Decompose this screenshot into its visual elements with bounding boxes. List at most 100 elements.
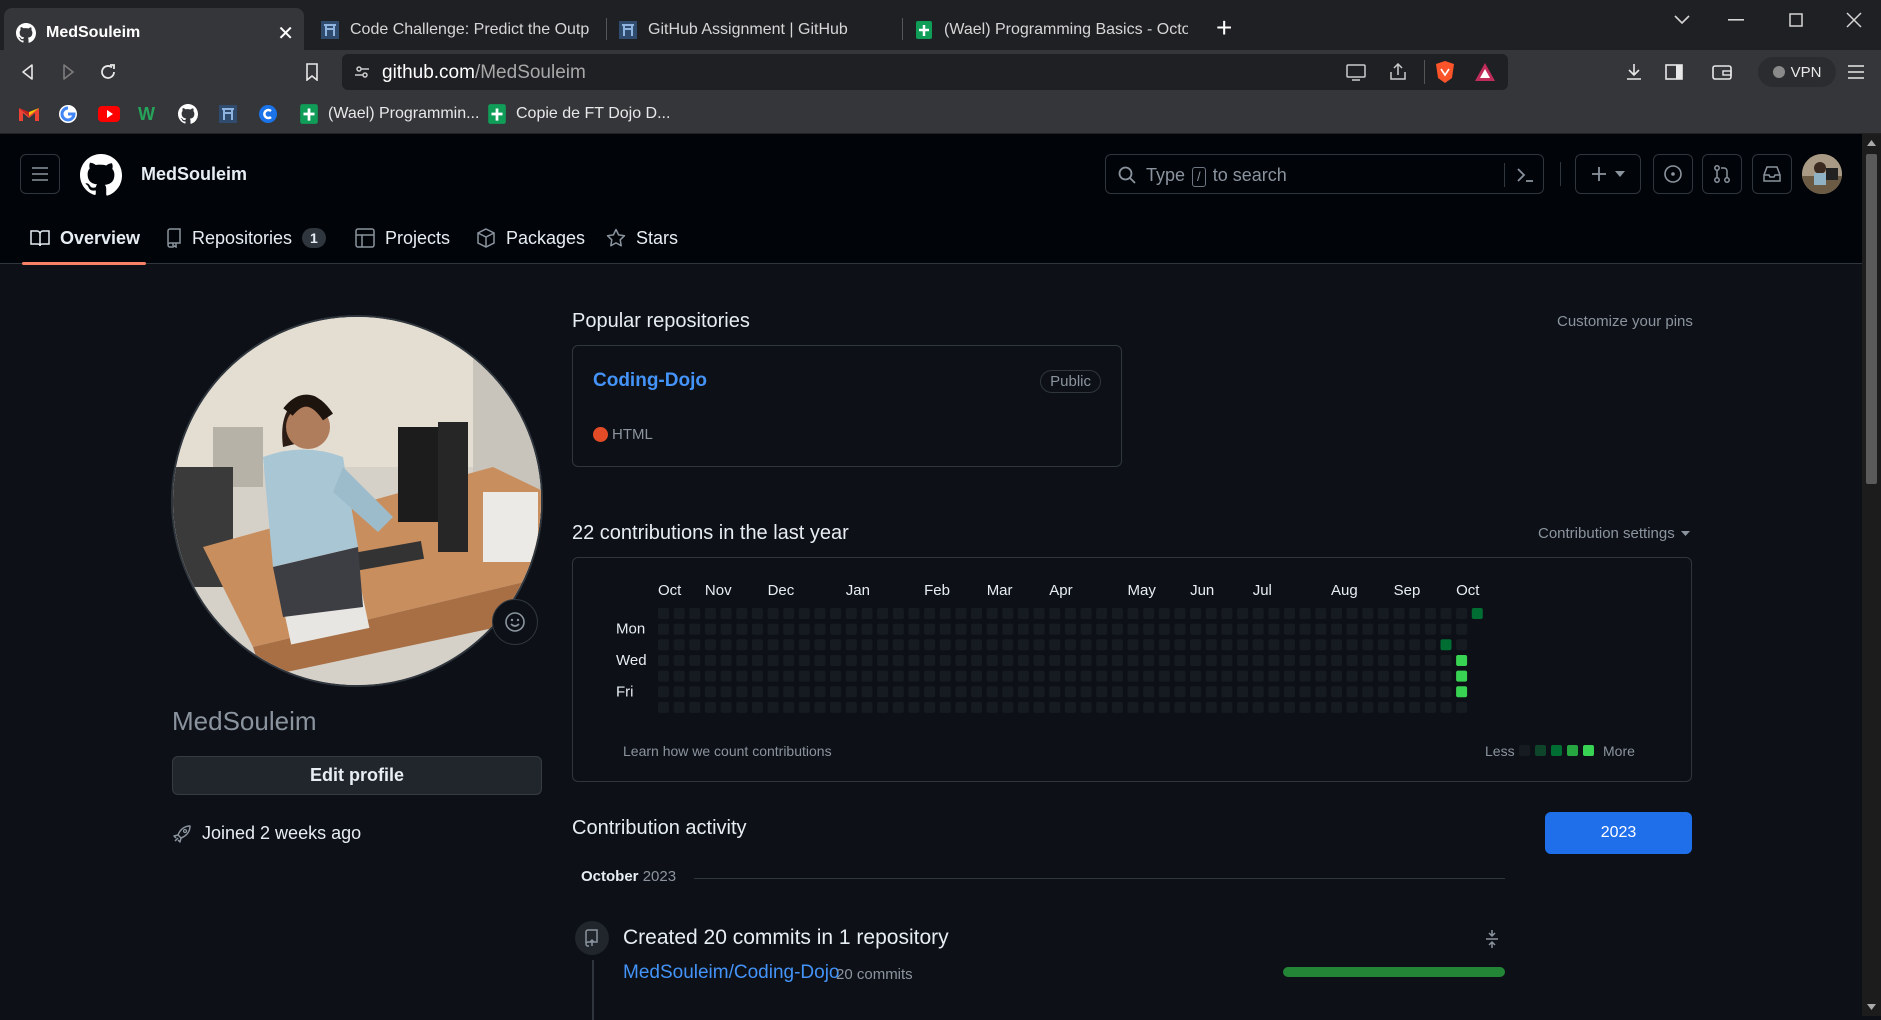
contribution-cell[interactable] <box>861 686 873 698</box>
contribution-cell[interactable] <box>1362 701 1374 713</box>
contribution-cell[interactable] <box>1284 686 1295 698</box>
contribution-cell[interactable] <box>1284 670 1295 682</box>
bookmark-icon[interactable] <box>296 56 328 88</box>
contribution-cell[interactable] <box>1252 623 1264 635</box>
contribution-cell[interactable] <box>767 608 779 619</box>
contribution-cell[interactable] <box>1424 686 1436 698</box>
chevron-down-icon[interactable] <box>1662 6 1702 34</box>
contribution-cell[interactable] <box>1252 655 1264 666</box>
contribution-cell[interactable] <box>1205 639 1217 651</box>
contribution-cell[interactable] <box>1284 608 1295 619</box>
share-icon[interactable] <box>1388 63 1408 81</box>
contribution-cell[interactable] <box>1158 701 1170 713</box>
contribution-cell[interactable] <box>1331 639 1342 651</box>
contribution-cell[interactable] <box>736 608 748 619</box>
contribution-cell[interactable] <box>1346 655 1358 666</box>
scroll-up-icon[interactable] <box>1867 140 1876 146</box>
header-username[interactable]: MedSouleim <box>141 164 247 185</box>
contribution-cell[interactable] <box>1331 670 1342 682</box>
contribution-cell[interactable] <box>955 623 967 635</box>
contribution-cell[interactable] <box>1377 670 1389 682</box>
contribution-cell[interactable] <box>1174 623 1186 635</box>
contribution-cell[interactable] <box>1268 608 1280 619</box>
contribution-cell[interactable] <box>1315 639 1327 651</box>
browser-tab[interactable]: Code Challenge: Predict the Output | L <box>308 10 602 50</box>
contribution-cell[interactable] <box>1205 608 1217 619</box>
contribution-cell[interactable] <box>892 670 904 682</box>
contribution-cell[interactable] <box>658 655 669 666</box>
contribution-cell[interactable] <box>1409 655 1421 666</box>
contribution-cell[interactable] <box>1424 701 1436 713</box>
contribution-cell[interactable] <box>1346 686 1358 698</box>
contribution-cell[interactable] <box>1190 608 1202 619</box>
contribution-cell[interactable] <box>720 623 732 635</box>
contribution-cell[interactable] <box>1127 655 1139 666</box>
contribution-cell[interactable] <box>798 670 810 682</box>
contribution-cell[interactable] <box>1158 623 1170 635</box>
contribution-cell[interactable] <box>830 670 842 682</box>
contribution-cell[interactable] <box>1111 608 1123 619</box>
contribution-cell[interactable] <box>971 623 982 635</box>
contribution-cell[interactable] <box>986 655 998 666</box>
contribution-cell[interactable] <box>908 655 920 666</box>
contribution-cell[interactable] <box>783 623 795 635</box>
contribution-cell[interactable] <box>1190 639 1202 651</box>
contribution-cell[interactable] <box>892 639 904 651</box>
contribution-cell[interactable] <box>1221 608 1233 619</box>
contribution-cell[interactable] <box>1127 608 1139 619</box>
contribution-cell[interactable] <box>1424 655 1436 666</box>
customize-pins-link[interactable]: Customize your pins <box>1557 313 1693 330</box>
tab-repositories[interactable]: Repositories 1 <box>166 222 326 254</box>
contribution-cell[interactable] <box>892 623 904 635</box>
contribution-cell[interactable] <box>877 701 889 713</box>
contribution-cell[interactable] <box>892 608 904 619</box>
browser-tab[interactable]: (Wael) Programming Basics - October <box>902 10 1200 50</box>
contribution-cell[interactable] <box>845 686 857 698</box>
contribution-cell[interactable] <box>1174 686 1186 698</box>
contribution-cell[interactable] <box>704 686 716 698</box>
collapse-toggle-button[interactable] <box>1484 929 1500 949</box>
contribution-cell[interactable] <box>971 686 982 698</box>
contribution-cell[interactable] <box>845 623 857 635</box>
edit-profile-button[interactable]: Edit profile <box>172 756 542 795</box>
contribution-cell[interactable] <box>798 686 810 698</box>
contribution-cell[interactable] <box>1299 608 1311 619</box>
contribution-cell[interactable] <box>689 686 701 698</box>
contribution-cell[interactable] <box>1127 701 1139 713</box>
site-settings-icon[interactable] <box>354 64 370 80</box>
contribution-cell[interactable] <box>861 623 873 635</box>
contribution-cell[interactable] <box>1190 686 1202 698</box>
maximize-button[interactable] <box>1776 6 1816 34</box>
contribution-cell[interactable] <box>1143 701 1155 713</box>
contribution-cell[interactable] <box>1049 623 1061 635</box>
contribution-cell[interactable] <box>1158 608 1170 619</box>
contribution-cell[interactable] <box>877 655 889 666</box>
contribution-cell[interactable] <box>783 639 795 651</box>
contribution-cell[interactable] <box>783 686 795 698</box>
contribution-cell[interactable] <box>767 670 779 682</box>
contribution-cell[interactable] <box>830 623 842 635</box>
contribution-cell[interactable] <box>751 670 763 682</box>
bookmark-sheet-2[interactable]: Copie de FT Dojo D... <box>486 102 670 126</box>
contribution-cell[interactable] <box>924 608 936 619</box>
contribution-cell[interactable] <box>986 608 998 619</box>
contribution-cell[interactable] <box>939 608 951 619</box>
contribution-cell[interactable] <box>1143 608 1155 619</box>
learn-contributions-link[interactable]: Learn how we count contributions <box>623 743 832 759</box>
contribution-cell[interactable] <box>751 608 763 619</box>
back-icon[interactable] <box>12 56 44 88</box>
contribution-cell[interactable] <box>798 623 810 635</box>
contribution-cell[interactable] <box>830 608 842 619</box>
contribution-cell[interactable] <box>658 608 669 619</box>
contribution-cell[interactable] <box>767 655 779 666</box>
contribution-cell[interactable] <box>1456 623 1468 635</box>
contribution-cell[interactable] <box>1002 639 1014 651</box>
contribution-cell[interactable] <box>955 639 967 651</box>
wallet-icon[interactable] <box>1706 56 1738 88</box>
contribution-cell[interactable] <box>814 623 826 635</box>
vpn-button[interactable]: VPN <box>1758 57 1836 87</box>
contribution-cell[interactable] <box>736 655 748 666</box>
scroll-down-icon[interactable] <box>1867 1004 1876 1010</box>
contribution-cell[interactable] <box>892 701 904 713</box>
contribution-cell[interactable] <box>939 670 951 682</box>
